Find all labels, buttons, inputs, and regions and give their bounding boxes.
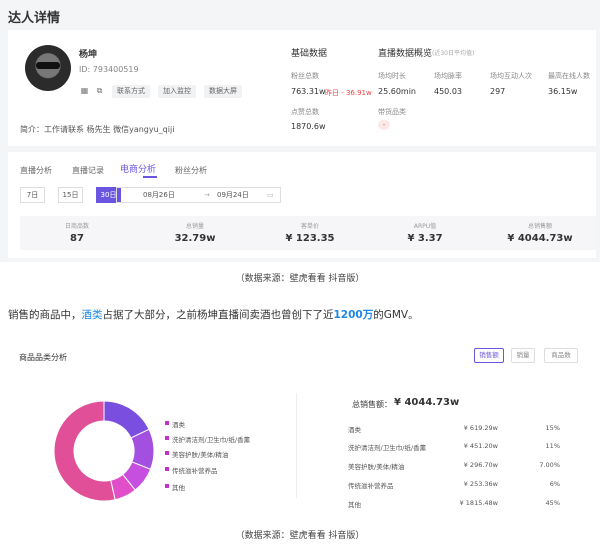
range-7d-button[interactable]: 7日 (20, 187, 45, 203)
range-arrow-icon: → (204, 191, 210, 199)
live-overview-subtitle: (近30日平均值) (432, 50, 475, 57)
streamer-id: ID: 793400519 (79, 65, 139, 74)
para-highlight-category: 酒类 (81, 309, 103, 321)
caption-source-1: （数据来源：壁虎看看 抖音版） (235, 274, 365, 284)
sales-amount-button[interactable]: 销售额 (474, 348, 504, 363)
profile-card: 杨坤 ID: 793400519 ▦ ⧉ 联系方式 加入监控 数据大屏 简介：工… (8, 30, 596, 146)
stats-bar: 日商品数 87 总销量 32.79w 客单价 ¥ 123.35 ARPU值 ¥ 3.37… (20, 216, 598, 250)
stat-arpu: ARPU值 ¥ 3.37 (407, 223, 443, 244)
contact-button[interactable]: 联系方式 (112, 85, 150, 98)
table-row: 传统滋补营养品 ¥ 253.36w 6% (348, 480, 560, 490)
duration-label: 场均时长 (378, 72, 406, 80)
stat-gmv: 总销售额 ¥ 4044.73w (507, 223, 573, 244)
tab-live-analysis[interactable]: 直播分析 (20, 165, 52, 176)
add-monitor-button[interactable]: 加入监控 (158, 85, 196, 98)
para-text-3: 的GMV。 (373, 309, 419, 321)
tab-fans-analysis[interactable]: 粉丝分析 (175, 165, 207, 176)
peak-online-value: 36.15w (548, 87, 578, 96)
legend-item-tonic: 传统滋补营养品 (165, 467, 218, 475)
start-date: 08月26日 (143, 191, 175, 199)
range-15d-button[interactable]: 15日 (58, 187, 83, 203)
goods-category-label: 带货品类 (378, 108, 406, 116)
fans-label: 粉丝总数 (291, 72, 319, 80)
table-row: 其他 ¥ 1815.48w 45% (348, 499, 560, 509)
duration-value: 25.60min (378, 87, 416, 96)
table-row: 美容护肤/美体/精油 ¥ 296.70w 7.00% (348, 461, 560, 471)
category-donut-chart (53, 400, 155, 502)
stat-unit-price: 客单价 ¥ 123.35 (285, 223, 335, 244)
likes-label: 点赞总数 (291, 108, 319, 116)
total-sales-label: 总销售额： (352, 400, 392, 409)
live-overview-title: 直播数据概览 (378, 49, 433, 59)
sales-count-button[interactable]: 销量 (511, 348, 535, 363)
fans-value: 763.31w (291, 87, 326, 96)
legend-item-liquor: 酒类 (165, 421, 185, 429)
calendar-icon: ▭ (267, 191, 274, 199)
total-sales-value: ¥ 4044.73w (394, 397, 460, 408)
page-title: 达人详情 (8, 11, 61, 26)
date-range-picker[interactable]: 08月26日 → 09月24日 ▭ (116, 187, 281, 203)
stat-goods-count: 日商品数 87 (64, 223, 89, 244)
tab-live-records[interactable]: 直播记录 (72, 165, 104, 176)
stat-total-sales: 总销量 32.79w (174, 223, 216, 244)
caption-source-2: （数据来源：壁虎看看 抖音版） (235, 531, 365, 541)
copy-icon[interactable]: ⧉ (94, 85, 105, 96)
legend-item-cleaning: 洗护清洁剂/卫生巾/纸/香薰 (164, 436, 251, 444)
interact-label: 场均互动人次 (490, 72, 532, 80)
goods-count-button[interactable]: 商品数 (544, 348, 578, 363)
peak-online-label: 最高在线人数 (548, 72, 590, 80)
detail-panel: 达人详情 杨坤 ID: 793400519 ▦ ⧉ 联系方式 加入监控 数据大屏… (0, 0, 600, 262)
avatar (25, 45, 71, 91)
end-date: 09月24日 (217, 191, 249, 199)
legend-item-other: 其他 (165, 484, 185, 492)
streamer-name: 杨坤 (79, 50, 98, 60)
para-text-2: 占据了大部分，之前杨坤直播间卖酒也曾创下了近 (102, 309, 334, 321)
interact-value: 297 (490, 87, 506, 96)
analysis-card: 直播分析 直播记录 电商分析 粉丝分析 7日 15日 30日 08月26日 → … (8, 152, 598, 258)
basic-data-title: 基础数据 (291, 49, 328, 59)
article-paragraph: 销售的商品中，酒类占据了大部分，之前杨坤直播间卖酒也曾创下了近1200万的GMV… (8, 307, 419, 322)
pv-value: 450.03 (434, 87, 462, 96)
active-tab-indicator (143, 176, 157, 178)
fans-yesterday: 昨日 - 36.91w (325, 89, 372, 97)
goods-category-value: - (378, 120, 390, 130)
intro-text: 简介：工作请联系 杨先生 微信yangyu_qiji (20, 125, 175, 134)
qrcode-icon[interactable]: ▦ (79, 85, 90, 96)
data-screen-button[interactable]: 数据大屏 (204, 85, 242, 98)
para-highlight-gmv: 1200万 (333, 309, 374, 321)
pv-label: 场均脉率 (434, 72, 462, 80)
legend-item-skincare: 美容护肤/美体/精油 (164, 451, 229, 459)
table-row: 洗护清洁剂/卫生巾/纸/香薰 ¥ 451.20w 11% (348, 442, 560, 452)
para-text-1: 销售的商品中， (8, 309, 82, 321)
panel-divider (296, 393, 297, 498)
likes-value: 1870.6w (291, 122, 326, 131)
table-row: 酒类 ¥ 619.29w 15% (348, 424, 560, 434)
tab-ecommerce-analysis[interactable]: 电商分析 (120, 162, 156, 175)
category-analysis-title: 商品品类分析 (19, 353, 67, 362)
